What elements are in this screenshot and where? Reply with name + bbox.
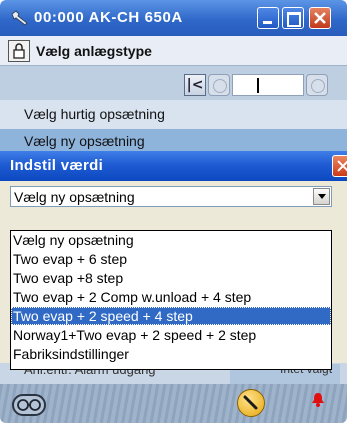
dropdown-option[interactable]: Two evap +8 step bbox=[11, 269, 331, 287]
menu-item-label: Vælg hurtig opsætning bbox=[24, 106, 165, 122]
window-titlebar: 00:000 AK-CH 650A bbox=[0, 0, 347, 36]
lock-icon[interactable] bbox=[8, 40, 30, 62]
wrench-app-icon bbox=[9, 8, 31, 28]
dropdown-option-selected[interactable]: Two evap + 2 speed + 4 step bbox=[11, 307, 331, 325]
select-value: Vælg ny opsætning bbox=[14, 189, 135, 205]
window-title: 00:000 AK-CH 650A bbox=[34, 9, 183, 26]
menu-item-label: Vælg ny opsætning bbox=[24, 133, 145, 149]
page-title: Vælg anlægstype bbox=[36, 43, 152, 59]
dropdown-option[interactable]: Two evap + 6 step bbox=[11, 250, 331, 268]
close-window-button[interactable] bbox=[309, 7, 331, 29]
chevron-down-icon[interactable] bbox=[313, 188, 330, 205]
dropdown-option[interactable]: Vælg ny opsætning bbox=[11, 231, 331, 249]
dialog-title: Indstil værdi bbox=[10, 157, 104, 174]
page-field[interactable] bbox=[232, 74, 304, 96]
minimize-button[interactable] bbox=[257, 7, 279, 29]
page-header: Vælg anlægstype bbox=[0, 36, 347, 66]
screen: 00:000 AK-CH 650A Vælg anlægstype |< Væl… bbox=[0, 0, 347, 423]
menu-item-new-setup[interactable]: Vælg ny opsætning bbox=[0, 129, 347, 151]
menu-item-quick-setup[interactable]: Vælg hurtig opsætning bbox=[0, 100, 347, 129]
alarm-bell-icon[interactable] bbox=[311, 392, 325, 408]
dropdown-option[interactable]: Two evap + 2 Comp w.unload + 4 step bbox=[11, 288, 331, 306]
navigation-row: |< bbox=[0, 66, 347, 100]
dialog-close-button[interactable] bbox=[332, 155, 347, 177]
setup-select[interactable]: Vælg ny opsætning bbox=[10, 186, 332, 207]
dialog-titlebar: Indstil værdi bbox=[0, 151, 347, 181]
next-page-button[interactable] bbox=[306, 74, 328, 96]
first-page-button[interactable]: |< bbox=[184, 74, 206, 96]
maximize-button[interactable] bbox=[282, 7, 304, 29]
dropdown-option[interactable]: Fabriksindstillinger bbox=[11, 345, 331, 363]
prev-page-button[interactable] bbox=[208, 74, 230, 96]
dropdown-list: Vælg ny opsætning Two evap + 6 step Two … bbox=[10, 230, 332, 370]
footer-bar bbox=[0, 384, 347, 423]
glasses-icon[interactable] bbox=[12, 394, 46, 416]
dropdown-option[interactable]: Norway1+Two evap + 2 speed + 2 step bbox=[11, 326, 331, 344]
wrench-icon[interactable] bbox=[237, 389, 265, 417]
